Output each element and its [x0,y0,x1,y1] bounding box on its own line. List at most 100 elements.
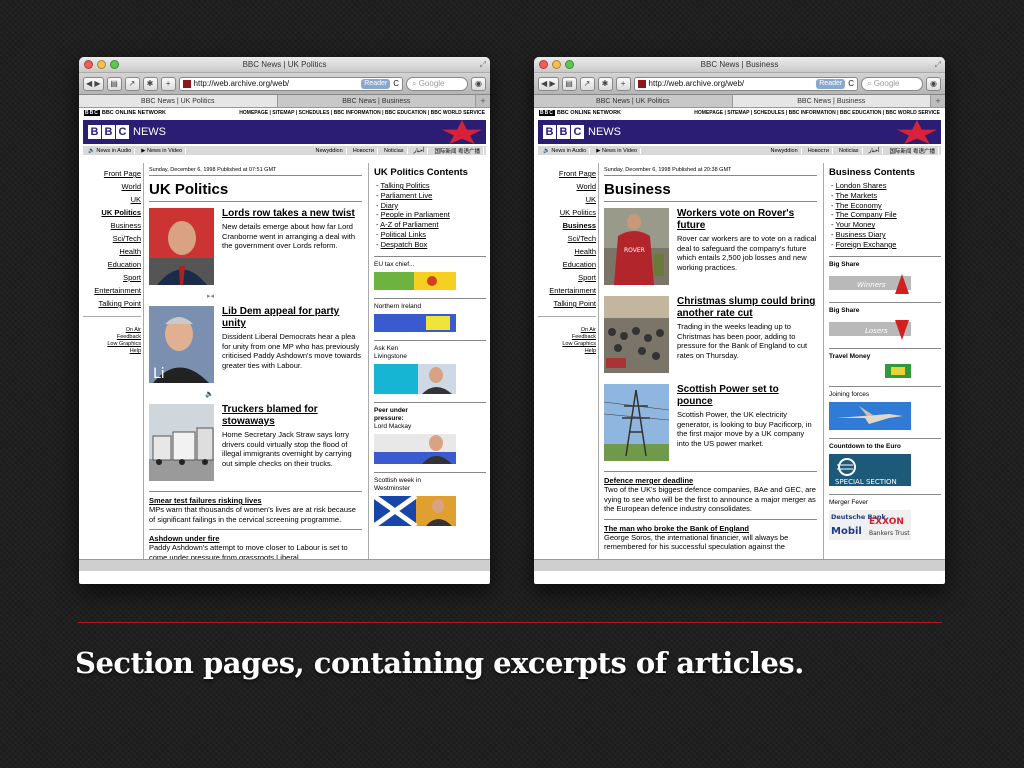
share-icon[interactable]: ↗ [124,76,140,91]
promo-scottish-week[interactable]: Scottish week in Westminster [372,471,486,528]
add-icon[interactable]: + [160,76,176,91]
downloads-icon[interactable]: ◉ [926,76,941,91]
contents-link[interactable]: Despatch Box [381,240,428,249]
reader-button[interactable]: Reader [361,78,391,89]
story-headline[interactable]: Lib Dem appeal for party unity [222,306,362,330]
promo-euro[interactable]: Countdown to the Euro SPECIAL SECTION [829,437,941,488]
contents-link[interactable]: Foreign Exchange [836,240,897,249]
contents-link[interactable]: People in Parliament [381,210,450,219]
downloads-icon[interactable]: ◉ [471,76,486,91]
nav-front-page[interactable]: Front Page [538,167,596,180]
nav-feedback[interactable]: Feedback [83,334,141,341]
nav-uk[interactable]: UK [538,193,596,206]
contents-link[interactable]: The Markets [835,191,877,200]
story-photo[interactable] [604,296,669,373]
story-headline[interactable]: Truckers blamed for stowaways [222,404,362,428]
contents-link[interactable]: Business Diary [836,230,886,239]
nav-talking-point[interactable]: Talking Point [538,297,596,310]
nav-uk-politics[interactable]: UK Politics [83,206,141,219]
bookmark-icon[interactable]: ✱ [142,76,158,91]
video-link[interactable]: ▶ News in Video [138,147,187,154]
nav-help[interactable]: Help [538,348,596,355]
nav-health[interactable]: Health [538,245,596,258]
story-photo[interactable] [603,384,670,461]
close-button[interactable] [84,60,93,69]
fullscreen-icon[interactable]: ⤢ [935,60,941,70]
header-links[interactable]: HOMEPAGE | SITEMAP | SCHEDULES | BBC INF… [239,110,485,116]
lang-link[interactable]: Newyddion [312,147,347,154]
tab-business[interactable]: BBC News | Business [277,95,476,107]
search-input[interactable]: ⌕ Google [406,76,468,91]
nav-entertainment[interactable]: Entertainment [538,284,596,297]
nav-uk[interactable]: UK [83,193,141,206]
nav-world[interactable]: World [538,180,596,193]
promo-eu-tax[interactable]: EU tax chief... [374,255,486,292]
story-photo[interactable] [149,404,214,481]
print-icon[interactable]: ▤ [106,76,122,91]
nav-sport[interactable]: Sport [538,271,596,284]
tab-uk-politics[interactable]: BBC News | UK Politics [79,95,278,107]
promo-peer-under-pressure[interactable]: Peer under pressure: Lord Mackay [374,401,486,466]
minimize-button[interactable] [552,60,561,69]
contents-link[interactable]: Diary [381,201,399,210]
nav-on-air[interactable]: On Air [538,327,596,334]
brief-headline[interactable]: Smear test failures risking lives [149,496,362,505]
audio-icon[interactable]: 🔈 [149,390,214,398]
nav-sci-tech[interactable]: Sci/Tech [538,232,596,245]
contents-link[interactable]: Political Links [381,230,426,239]
nav-entertainment[interactable]: Entertainment [83,284,141,297]
contents-link[interactable]: The Company File [835,210,896,219]
promo-northern-ireland[interactable]: Northern Ireland [374,297,486,334]
zoom-button[interactable] [110,60,119,69]
reload-icon[interactable]: C [848,78,854,90]
story-headline[interactable]: Christmas slump could bring another rate… [677,296,817,320]
share-icon[interactable]: ↗ [579,76,595,91]
story-headline[interactable]: Lords row takes a new twist [222,208,362,220]
nav-sci-tech[interactable]: Sci/Tech [83,232,141,245]
lang-link[interactable]: Newyddion [767,147,802,154]
story-headline[interactable]: Scottish Power set to pounce [677,384,817,408]
reader-button[interactable]: Reader [816,78,846,89]
header-links[interactable]: HOMEPAGE | SITEMAP | SCHEDULES | BBC INF… [694,110,940,116]
nav-front-page[interactable]: Front Page [83,167,141,180]
promo-joining-forces[interactable]: Joining forces [829,385,941,432]
lang-link[interactable]: 国际新闻 粤语广播 [886,146,939,155]
bbc-news-banner[interactable]: BBC NEWS [538,120,941,144]
nav-health[interactable]: Health [83,245,141,258]
brief-headline[interactable]: Defence merger deadline [604,476,817,485]
print-icon[interactable]: ▤ [561,76,577,91]
tab-uk-politics[interactable]: BBC News | UK Politics [534,95,733,107]
video-icon[interactable]: ▸◂ [149,292,214,300]
new-tab-icon[interactable]: + [931,95,945,107]
contents-link[interactable]: The Economy [835,201,881,210]
nav-business[interactable]: Business [83,219,141,232]
lang-link[interactable]: أخبار [866,147,884,154]
tab-business[interactable]: BBC News | Business [732,95,931,107]
add-icon[interactable]: + [615,76,631,91]
contents-link[interactable]: Parliament Live [381,191,433,200]
story-photo[interactable]: ROVER [604,208,669,285]
nav-world[interactable]: World [83,180,141,193]
lang-link[interactable]: Новости [805,147,833,154]
nav-help[interactable]: Help [83,348,141,355]
story-photo[interactable]: Li [149,306,214,383]
bbc-news-banner[interactable]: BBC NEWS [83,120,486,144]
lang-link[interactable]: Noticias [836,147,863,154]
nav-on-air[interactable]: On Air [83,327,141,334]
nav-low-graphics[interactable]: Low Graphics [83,341,141,348]
nav-low-graphics[interactable]: Low Graphics [538,341,596,348]
search-input[interactable]: ⌕ Google [861,76,923,91]
contents-link[interactable]: London Shares [836,181,887,190]
close-button[interactable] [539,60,548,69]
nav-business[interactable]: Business [538,219,596,232]
lang-link[interactable]: Noticias [381,147,408,154]
lang-link[interactable]: 国际新闻 粤语广播 [431,146,484,155]
reload-icon[interactable]: C [393,78,399,90]
brief-headline[interactable]: The man who broke the Bank of England [604,524,817,533]
contents-link[interactable]: Your Money [835,220,875,229]
promo-merger-fever[interactable]: Merger Fever Deutsche Bank EXXON Mobil Bank… [829,493,941,542]
back-forward-icon[interactable]: ◀ ▶ [538,76,559,91]
nav-education[interactable]: Education [538,258,596,271]
nav-feedback[interactable]: Feedback [538,334,596,341]
bookmark-icon[interactable]: ✱ [597,76,613,91]
